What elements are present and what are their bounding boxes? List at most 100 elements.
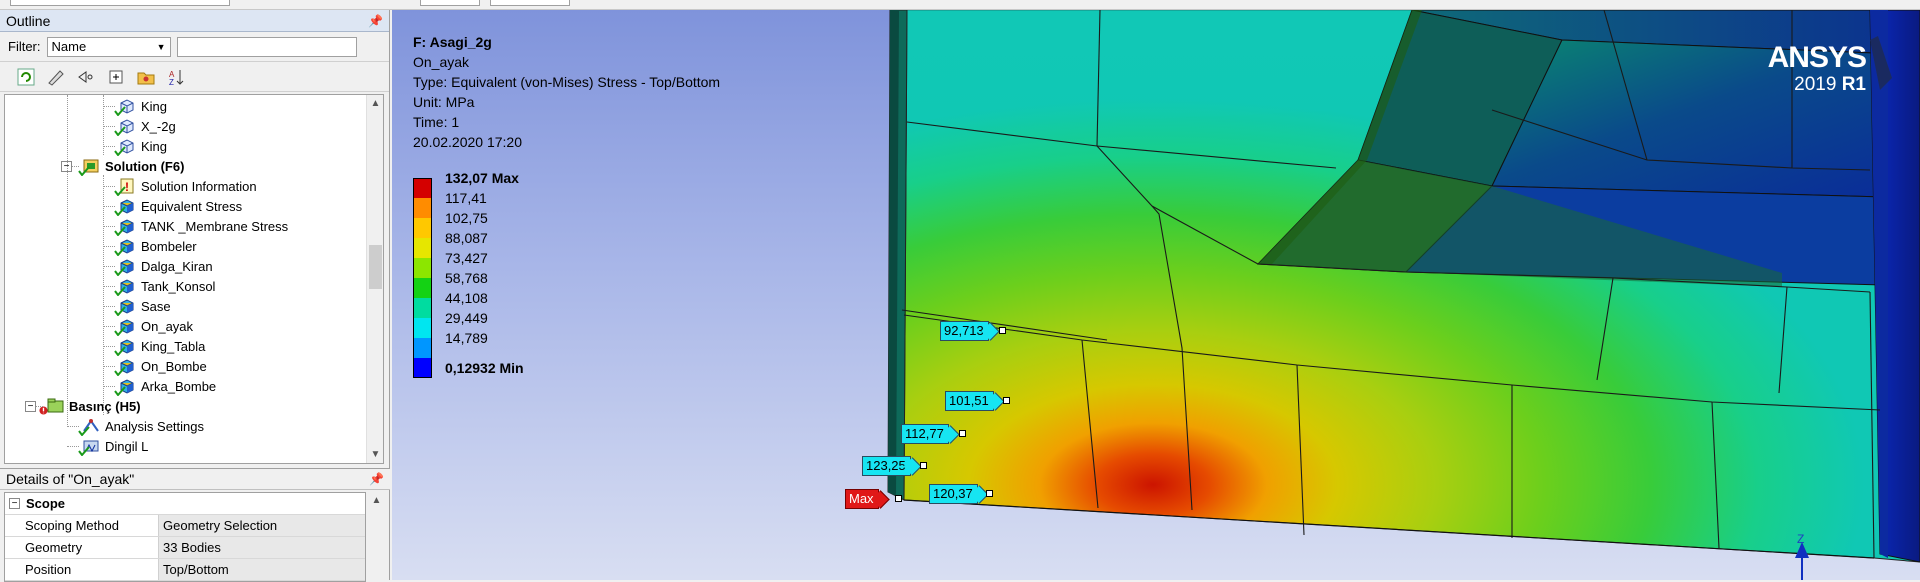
pin-icon[interactable]: 📌 <box>368 14 383 28</box>
tree-item[interactable]: Tank_Konsol <box>114 276 215 296</box>
result-icon <box>114 297 137 316</box>
tree-item-label: Arka_Bombe <box>141 378 217 394</box>
filter-bar: Filter: Name ▼ <box>0 32 389 62</box>
legend-label: 44,108 <box>445 290 488 306</box>
filter-select-value: Name <box>51 39 87 54</box>
details-scrollbar[interactable]: ▲ <box>368 492 385 580</box>
tree-item[interactable]: On_ayak <box>114 316 193 336</box>
details-section-row[interactable]: − Scope <box>5 493 365 515</box>
probe-marker <box>920 462 927 469</box>
result-icon <box>114 377 137 396</box>
tree-item-label: TANK _Membrane Stress <box>141 218 289 234</box>
legend-swatch[interactable] <box>413 238 432 258</box>
tree-item[interactable]: Sase <box>114 296 171 316</box>
probe-label[interactable]: 112,77 <box>901 424 949 444</box>
sort-az-icon[interactable]: AZ <box>164 65 188 89</box>
expand-all-icon[interactable] <box>104 65 128 89</box>
tree-item[interactable]: ! Solution Information <box>114 176 257 196</box>
legend-swatch[interactable] <box>413 178 432 198</box>
result-info: F: Asagi_2g On_ayak Type: Equivalent (vo… <box>413 32 720 152</box>
refresh-icon[interactable] <box>14 65 38 89</box>
scroll-down-icon[interactable]: ▼ <box>367 446 383 463</box>
legend-label: 88,087 <box>445 230 488 246</box>
geometry-icon <box>114 137 137 156</box>
tree-scrollbar[interactable]: ▲ ▼ <box>366 95 383 463</box>
tree-item[interactable]: Arka_Bombe <box>114 376 217 396</box>
result-name: On_ayak <box>413 54 470 70</box>
result-icon <box>114 357 137 376</box>
collapse-icon[interactable]: − <box>9 498 20 509</box>
tree-item[interactable]: X_-2g <box>114 116 176 136</box>
details-value[interactable]: Top/Bottom <box>159 559 365 580</box>
tree-item[interactable]: Solution (F6) <box>78 156 184 176</box>
graphics-viewport[interactable]: F: Asagi_2g On_ayak Type: Equivalent (vo… <box>392 10 1920 580</box>
details-value[interactable]: Geometry Selection <box>159 515 365 536</box>
folder-icon[interactable] <box>134 65 158 89</box>
probe-label[interactable]: 120,37 <box>929 484 978 504</box>
probe-label[interactable]: 92,713 <box>940 321 989 341</box>
details-row[interactable]: Position Top/Bottom <box>5 559 365 581</box>
result-icon <box>114 197 137 216</box>
legend-swatch[interactable] <box>413 218 432 238</box>
coordinate-triad-icon[interactable] <box>1792 540 1812 580</box>
tree-connector <box>103 146 115 147</box>
filter-label: Filter: <box>8 39 41 54</box>
details-key: Position <box>5 559 159 580</box>
legend-swatch[interactable] <box>413 318 432 338</box>
tree-item-label: King <box>141 98 168 114</box>
tree-guide-line <box>103 175 104 415</box>
tree-item-label: X_-2g <box>141 118 176 134</box>
tree-item[interactable]: Basınç (H5) <box>39 396 141 416</box>
tree-item[interactable]: Bombeler <box>114 236 197 256</box>
tree-item[interactable]: King <box>114 136 167 156</box>
left-panel: Outline 📌 Filter: Name ▼ AZ King X_-2g Kin <box>0 10 390 582</box>
details-value[interactable]: 33 Bodies <box>159 537 365 558</box>
suppress-icon[interactable] <box>44 65 68 89</box>
chevron-down-icon: ▼ <box>156 41 166 52</box>
legend-swatch[interactable] <box>413 258 432 278</box>
legend-swatch[interactable] <box>413 298 432 318</box>
probe-marker <box>999 327 1006 334</box>
scrollbar-thumb[interactable] <box>369 245 382 289</box>
details-row[interactable]: Scoping Method Geometry Selection <box>5 515 365 537</box>
tree-item[interactable]: Analysis Settings <box>78 416 204 436</box>
outline-header: Outline 📌 <box>0 10 389 32</box>
details-table: − Scope Scoping Method Geometry Selection… <box>4 492 366 582</box>
filter-select[interactable]: Name ▼ <box>46 36 171 57</box>
legend-swatch[interactable] <box>413 358 432 378</box>
scroll-up-icon[interactable]: ▲ <box>368 492 385 509</box>
scroll-up-icon[interactable]: ▲ <box>367 95 383 112</box>
details-key: Geometry <box>5 537 159 558</box>
max-probe-label[interactable]: Max <box>845 489 879 509</box>
tree-connector <box>103 366 115 367</box>
filter-text-input[interactable] <box>176 36 357 57</box>
probe-label[interactable]: 101,51 <box>945 391 994 411</box>
legend-swatch[interactable] <box>413 278 432 298</box>
tree-item[interactable]: Dalga_Kiran <box>114 256 213 276</box>
filter-tree-icon[interactable] <box>74 65 98 89</box>
tree-item[interactable]: TANK _Membrane Stress <box>114 216 289 236</box>
details-row[interactable]: Geometry 33 Bodies <box>5 537 365 559</box>
probe-marker <box>986 490 993 497</box>
result-type: Type: Equivalent (von-Mises) Stress - To… <box>413 74 721 90</box>
pin-icon[interactable]: 📌 <box>369 472 384 486</box>
tree-guide-line <box>103 95 104 155</box>
tree-item-label: On_Bombe <box>141 358 207 374</box>
tree-connector <box>103 286 115 287</box>
tree-item[interactable]: King_Tabla <box>114 336 205 356</box>
result-time: Time: 1 <box>413 114 460 130</box>
probe-label[interactable]: 123,25 <box>862 456 911 476</box>
analysis-settings-icon <box>78 417 101 436</box>
collapse-icon[interactable]: − <box>25 401 36 412</box>
tree-item[interactable]: Dingil L <box>78 436 148 456</box>
tree-connector <box>103 106 115 107</box>
details-header: Details of "On_ayak" 📌 <box>0 468 390 490</box>
tree-item[interactable]: King <box>114 96 168 116</box>
result-date: 20.02.2020 17:20 <box>413 134 522 150</box>
tree-item[interactable]: Equivalent Stress <box>114 196 242 216</box>
legend-swatch[interactable] <box>413 338 432 358</box>
tree-item[interactable]: On_Bombe <box>114 356 207 376</box>
tree-item-label: Sase <box>141 298 171 314</box>
legend-swatch[interactable] <box>413 198 432 218</box>
result-icon <box>114 317 137 336</box>
